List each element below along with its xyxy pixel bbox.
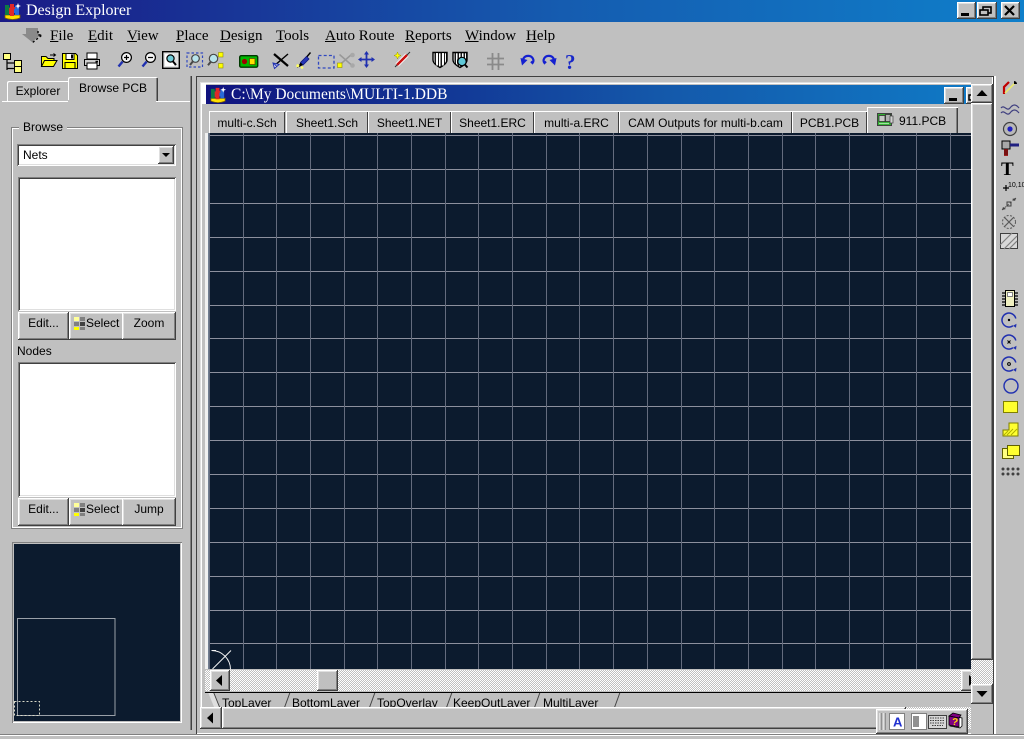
- svg-text:?: ?: [565, 50, 576, 74]
- svg-text:10,10: 10,10: [1008, 182, 1024, 189]
- svg-text:A: A: [893, 715, 903, 730]
- svg-text:T: T: [1001, 159, 1014, 180]
